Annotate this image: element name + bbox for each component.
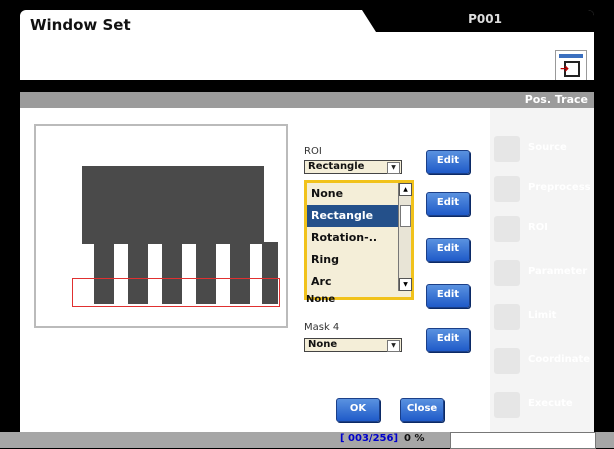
chevron-down-icon[interactable]: ▼ — [387, 162, 400, 174]
image-preview[interactable] — [34, 124, 288, 328]
roi-rectangle[interactable] — [72, 278, 280, 307]
execute-icon — [494, 392, 520, 418]
nav-label-parameter: Parameter — [528, 266, 588, 277]
mask4-label: Mask 4 — [304, 322, 340, 333]
nav-label-source: Source — [528, 142, 567, 153]
nav-label-coordinate: Coordinate — [528, 354, 591, 365]
comb-object-body — [82, 166, 264, 244]
edit-button-mask4[interactable]: Edit — [426, 328, 470, 352]
section-strip: Pos. Trace — [20, 92, 594, 108]
nav-label-roi: ROI — [528, 222, 548, 233]
section-label: Pos. Trace — [524, 93, 588, 106]
edit-button-2[interactable]: Edit — [426, 192, 470, 216]
mask4-select-value: None — [308, 339, 338, 350]
program-tab[interactable]: P001 — [362, 10, 594, 32]
roi-dropdown-list[interactable]: None Rectangle Rotation-.. Ring Arc ▲ ▼ — [304, 180, 414, 300]
nav-item-preprocess[interactable]: Preprocess — [494, 172, 594, 212]
window-title: Window Set — [30, 16, 131, 34]
progress-percent: 0 % — [404, 433, 425, 444]
arrow-right-icon: ➔ — [560, 62, 570, 75]
nav-label-limit: Limit — [528, 310, 557, 321]
nav-label-preprocess: Preprocess — [528, 182, 591, 193]
window-set-dialog: Window Set P001 ➔ Pos. Trace ROI Rectang… — [0, 0, 614, 449]
edit-button-3[interactable]: Edit — [426, 238, 470, 262]
roi-label: ROI — [304, 146, 322, 157]
dropdown-scrollbar[interactable]: ▲ ▼ — [398, 183, 412, 291]
roi-option-arc[interactable]: Arc — [307, 271, 411, 293]
nav-item-roi[interactable]: ROI — [494, 212, 594, 252]
mask4-select[interactable]: None ▼ — [304, 338, 402, 352]
roi-select-value: Rectangle — [308, 161, 365, 172]
hidden-select-value: None — [306, 294, 336, 305]
roi-option-ring[interactable]: Ring — [307, 249, 411, 271]
nav-label-execute: Execute — [528, 398, 573, 409]
nav-item-parameter[interactable]: Parameter — [494, 256, 594, 296]
nav-item-limit[interactable]: Limit — [494, 300, 594, 340]
nav-item-coordinate[interactable]: Coordinate — [494, 344, 594, 384]
scroll-down-icon[interactable]: ▼ — [399, 278, 412, 291]
ok-button[interactable]: OK — [336, 398, 380, 422]
status-bar: [ 003/256] 0 % — [0, 432, 614, 449]
grid-icon — [494, 260, 520, 286]
camera-icon — [494, 136, 520, 162]
chevron-down-icon[interactable]: ▼ — [387, 340, 400, 352]
scroll-up-icon[interactable]: ▲ — [399, 183, 412, 196]
roi-option-rectangle[interactable]: Rectangle — [307, 205, 411, 227]
status-field — [450, 432, 596, 449]
nav-item-source[interactable]: Source — [494, 132, 594, 172]
window-settings-icon[interactable]: ➔ — [555, 50, 587, 80]
roi-icon — [494, 216, 520, 242]
coordinate-icon — [494, 348, 520, 374]
roi-option-rotation[interactable]: Rotation-.. — [307, 227, 411, 249]
edit-button-4[interactable]: Edit — [426, 284, 470, 308]
main-panel: ROI Rectangle ▼ Edit None Rectangle Rota… — [20, 108, 594, 432]
scroll-thumb[interactable] — [400, 205, 411, 227]
header-panel: Window Set P001 ➔ — [20, 10, 594, 80]
limit-icon — [494, 304, 520, 330]
close-button[interactable]: Close — [400, 398, 444, 422]
edit-button-roi[interactable]: Edit — [426, 150, 470, 174]
program-counter: [ 003/256] — [340, 433, 399, 444]
roi-option-none[interactable]: None — [307, 183, 411, 205]
roi-select[interactable]: Rectangle ▼ — [304, 160, 402, 174]
preprocess-icon — [494, 176, 520, 202]
window-bar-icon — [559, 54, 583, 58]
nav-item-execute[interactable]: Execute — [494, 388, 594, 428]
